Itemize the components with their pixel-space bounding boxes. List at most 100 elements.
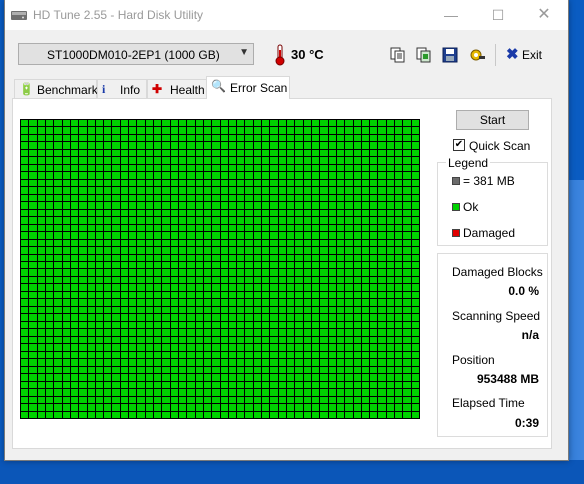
- scan-block: [70, 120, 79, 127]
- scan-block: [287, 127, 295, 134]
- close-button[interactable]: ✕: [521, 0, 567, 30]
- scan-block: [170, 389, 178, 396]
- scan-block: [370, 142, 378, 149]
- copy-info-icon[interactable]: [389, 46, 407, 64]
- tab-info[interactable]: i Info: [97, 79, 147, 98]
- scan-block: [386, 247, 395, 254]
- scan-block: [403, 306, 411, 314]
- scan-block: [228, 374, 237, 381]
- scan-block: [195, 269, 203, 276]
- scan-block: [195, 374, 203, 381]
- scan-block: [345, 396, 353, 404]
- scan-block: [287, 276, 295, 284]
- scan-block: [295, 127, 303, 134]
- scan-block: [411, 254, 419, 262]
- scan-block: [378, 142, 386, 149]
- scan-block: [328, 284, 336, 291]
- scan-block: [336, 224, 345, 232]
- scan-block: [212, 374, 220, 381]
- scan-block: [278, 187, 286, 194]
- scan-block: [129, 134, 137, 142]
- scan-block: [220, 411, 228, 418]
- scan-block: [228, 351, 237, 359]
- scan-block: [129, 224, 137, 232]
- scan-block: [112, 374, 120, 381]
- scan-block: [303, 351, 311, 359]
- scan-block: [79, 381, 87, 389]
- scan-block: [104, 366, 112, 374]
- scan-block: [37, 359, 45, 366]
- scan-block: [154, 276, 162, 284]
- scan-block: [70, 291, 79, 299]
- scan-block: [287, 381, 295, 389]
- scan-block: [370, 411, 378, 418]
- start-button[interactable]: Start: [456, 110, 529, 130]
- scan-block: [37, 284, 45, 291]
- scan-block: [187, 232, 195, 239]
- tab-health[interactable]: ✚ Health: [147, 79, 207, 98]
- scan-block: [87, 291, 95, 299]
- scan-block: [411, 224, 419, 232]
- scan-block: [395, 291, 403, 299]
- scan-block: [253, 120, 262, 127]
- scan-block: [70, 306, 79, 314]
- drive-select[interactable]: ST1000DM010-2EP1 (1000 GB) ▼: [18, 43, 254, 65]
- copy-screen-icon[interactable]: [415, 46, 433, 64]
- scan-block: [270, 262, 278, 269]
- scan-block: [378, 217, 386, 224]
- quick-scan-label[interactable]: Quick Scan: [469, 139, 530, 153]
- scan-block: [278, 389, 286, 396]
- scan-block: [336, 142, 345, 149]
- scan-block: [386, 396, 395, 404]
- tab-benchmark[interactable]: 🔋 Benchmark: [14, 79, 98, 98]
- scan-block: [129, 164, 137, 172]
- maximize-button[interactable]: ☐: [475, 0, 521, 30]
- scan-block: [170, 254, 178, 262]
- exit-button[interactable]: Exit: [522, 48, 542, 62]
- scan-block: [45, 336, 54, 344]
- scan-block: [104, 374, 112, 381]
- scan-block: [145, 336, 153, 344]
- scan-block: [54, 366, 62, 374]
- scan-block: [320, 269, 328, 276]
- scan-block: [37, 127, 45, 134]
- exit-icon[interactable]: ✖: [506, 45, 519, 63]
- scan-block: [62, 149, 70, 157]
- quick-scan-checkbox[interactable]: ✔: [453, 139, 465, 151]
- scan-block: [178, 351, 187, 359]
- scan-block: [270, 381, 278, 389]
- scan-block: [311, 306, 320, 314]
- scan-block: [129, 411, 137, 418]
- scan-block: [262, 247, 270, 254]
- scan-block: [403, 366, 411, 374]
- tab-error-scan[interactable]: 🔍 Error Scan: [206, 76, 290, 99]
- scan-block: [104, 224, 112, 232]
- save-icon[interactable]: [441, 46, 459, 64]
- scan-block: [220, 381, 228, 389]
- scan-block: [370, 374, 378, 381]
- scan-block: [336, 127, 345, 134]
- position-label: Position: [452, 353, 495, 367]
- scan-block: [95, 120, 104, 127]
- options-icon[interactable]: [468, 46, 486, 64]
- scan-block: [303, 269, 311, 276]
- scan-block: [187, 336, 195, 344]
- scan-block: [154, 314, 162, 321]
- scan-block: [37, 254, 45, 262]
- scan-block: [137, 351, 145, 359]
- scan-block: [162, 194, 170, 202]
- scan-block: [336, 157, 345, 164]
- minimize-button[interactable]: —: [428, 0, 474, 30]
- scan-block: [270, 232, 278, 239]
- scan-block: [187, 404, 195, 411]
- title-bar[interactable]: HD Tune 2.55 - Hard Disk Utility — ☐ ✕: [5, 0, 568, 30]
- scan-block: [237, 381, 245, 389]
- scan-block: [253, 314, 262, 321]
- scan-block: [212, 381, 220, 389]
- scan-block: [120, 217, 129, 224]
- scan-block: [311, 262, 320, 269]
- scan-block: [303, 366, 311, 374]
- scan-block: [21, 239, 29, 247]
- scan-block: [195, 359, 203, 366]
- scan-block: [411, 164, 419, 172]
